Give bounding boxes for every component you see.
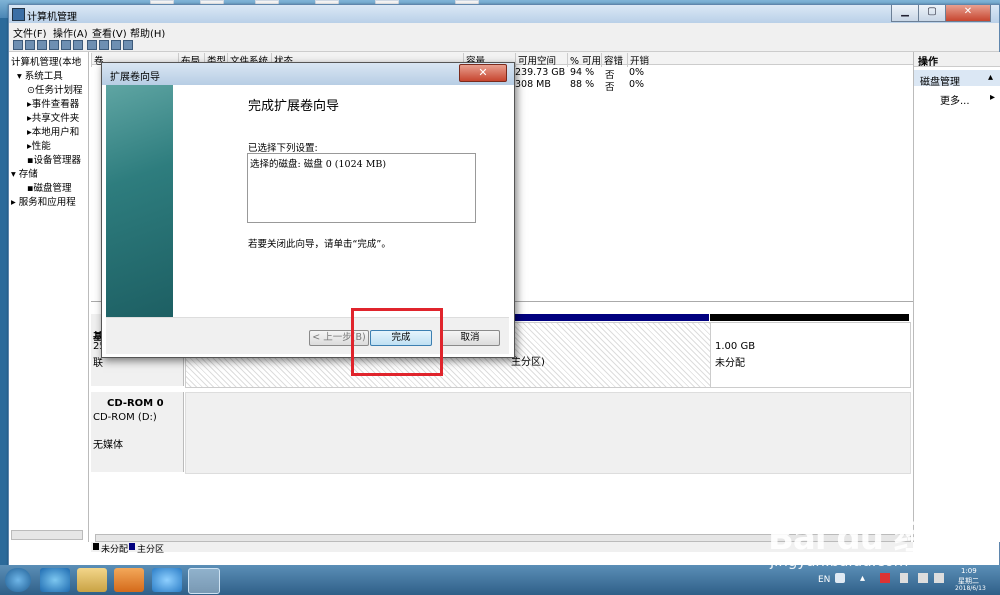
- title-bar[interactable]: 计算机管理 ▁ ▢ ✕: [9, 5, 999, 23]
- tray-arrow-icon[interactable]: ▴: [860, 573, 865, 584]
- tree-item-storage[interactable]: ▾ 存储: [11, 166, 38, 180]
- cdrom-label-panel[interactable]: CD-ROM 0 CD-ROM (D:) 无媒体: [91, 392, 184, 472]
- watermark-url: jingyan.baidu.com: [770, 552, 909, 570]
- close-button[interactable]: ✕: [945, 5, 991, 22]
- battery-icon[interactable]: [900, 573, 908, 583]
- extend-volume-wizard: 扩展卷向导 ✕ 完成扩展卷向导 已选择下列设置: 选择的磁盘: 磁盘 0 (10…: [101, 62, 515, 358]
- actions-more[interactable]: 更多...: [940, 92, 970, 107]
- media-player-icon[interactable]: [114, 568, 144, 592]
- tree-item-device-manager[interactable]: ▪设备管理器: [27, 152, 81, 166]
- back-icon[interactable]: [13, 40, 23, 50]
- submenu-arrow-icon: ▸: [990, 92, 996, 103]
- app-icon[interactable]: [152, 568, 182, 592]
- maximize-button[interactable]: ▢: [918, 5, 946, 22]
- window-title: 计算机管理: [27, 12, 77, 23]
- minimize-button[interactable]: ▁: [891, 5, 919, 22]
- help-icon[interactable]: [73, 40, 83, 50]
- tree-item-performance[interactable]: ▸性能: [27, 138, 51, 152]
- folder-icon[interactable]: [111, 40, 121, 50]
- tree-scrollbar[interactable]: [11, 530, 83, 540]
- toolbar: [9, 38, 999, 52]
- clock-time[interactable]: 1:09: [961, 567, 977, 575]
- tree-item-services[interactable]: ▸ 服务和应用程: [11, 194, 76, 208]
- volume-icon[interactable]: [934, 573, 944, 583]
- collapse-icon[interactable]: ▴: [988, 72, 993, 83]
- tree-item-disk-management[interactable]: ▪磁盘管理: [27, 180, 71, 194]
- menu-bar: 文件(F) 操作(A) 查看(V) 帮助(H): [9, 23, 999, 40]
- clock-date[interactable]: 2018/6/13: [955, 585, 986, 592]
- wizard-close-button[interactable]: ✕: [459, 64, 507, 82]
- copy-icon[interactable]: [99, 40, 109, 50]
- console-tree: 计算机管理(本地 ▾ 系统工具 ⊙任务计划程 ▸事件查看器 ▸共享文件夹 ▸本地…: [9, 52, 89, 542]
- col-free-space[interactable]: 可用空间: [515, 53, 556, 67]
- internet-explorer-icon[interactable]: [40, 568, 70, 592]
- actions-section[interactable]: 磁盘管理 ▴: [914, 70, 1000, 88]
- computer-management-taskbar-icon[interactable]: [188, 568, 220, 594]
- selected-settings-text: 选择的磁盘: 磁盘 0 (1024 MB): [250, 159, 387, 170]
- tree-item-system-tools[interactable]: ▾ 系统工具: [17, 68, 63, 82]
- cdrom-area[interactable]: [185, 392, 911, 474]
- tree-item-event-viewer[interactable]: ▸事件查看器: [27, 96, 79, 110]
- properties-icon[interactable]: [61, 40, 71, 50]
- ime-icon[interactable]: [835, 573, 845, 583]
- unallocated-space[interactable]: 1.00 GB 未分配: [710, 322, 911, 388]
- tree-root[interactable]: 计算机管理(本地: [11, 54, 81, 68]
- selected-settings-label: 已选择下列设置:: [248, 143, 318, 154]
- selected-settings-box[interactable]: 选择的磁盘: 磁盘 0 (1024 MB): [247, 153, 476, 223]
- tree-item-shared-folders[interactable]: ▸共享文件夹: [27, 110, 79, 124]
- start-button[interactable]: [5, 568, 31, 592]
- col-percent-free[interactable]: % 可用: [567, 53, 601, 67]
- col-fault-tolerance[interactable]: 容错: [601, 53, 623, 67]
- network-icon[interactable]: [918, 573, 928, 583]
- legend-primary-swatch: [129, 543, 135, 550]
- cdrom-drive: CD-ROM (D:): [93, 412, 157, 423]
- delete-icon[interactable]: [87, 40, 97, 50]
- wizard-title-bar[interactable]: 扩展卷向导 ✕: [102, 63, 514, 85]
- wizard-note: 若要关闭此向导，请单击“完成”。: [248, 239, 391, 250]
- up-icon[interactable]: [37, 40, 47, 50]
- forward-icon[interactable]: [25, 40, 35, 50]
- cdrom-media: 无媒体: [93, 440, 123, 451]
- tray-flag-icon[interactable]: [880, 573, 890, 583]
- wizard-side-banner: [106, 85, 173, 317]
- wizard-heading: 完成扩展卷向导: [248, 99, 340, 114]
- annotation-highlight-box: [351, 308, 443, 376]
- col-overhead[interactable]: 开销: [627, 53, 649, 67]
- show-tree-icon[interactable]: [49, 40, 59, 50]
- refresh-icon[interactable]: [123, 40, 133, 50]
- unallocated-bar: [710, 314, 909, 321]
- tree-item-task-scheduler[interactable]: ⊙任务计划程: [27, 82, 82, 96]
- cdrom-title: CD-ROM 0: [107, 398, 164, 409]
- legend-unallocated-swatch: [93, 543, 99, 550]
- cancel-button[interactable]: 取消: [440, 330, 500, 346]
- file-explorer-icon[interactable]: [77, 568, 107, 592]
- actions-pane: 操作 磁盘管理 ▴ 更多... ▸: [913, 52, 1000, 542]
- tree-item-local-users[interactable]: ▸本地用户和: [27, 124, 79, 138]
- actions-header: 操作: [918, 57, 938, 68]
- computer-management-icon: [12, 8, 25, 21]
- language-indicator[interactable]: EN: [818, 575, 830, 585]
- wizard-title: 扩展卷向导: [110, 72, 160, 83]
